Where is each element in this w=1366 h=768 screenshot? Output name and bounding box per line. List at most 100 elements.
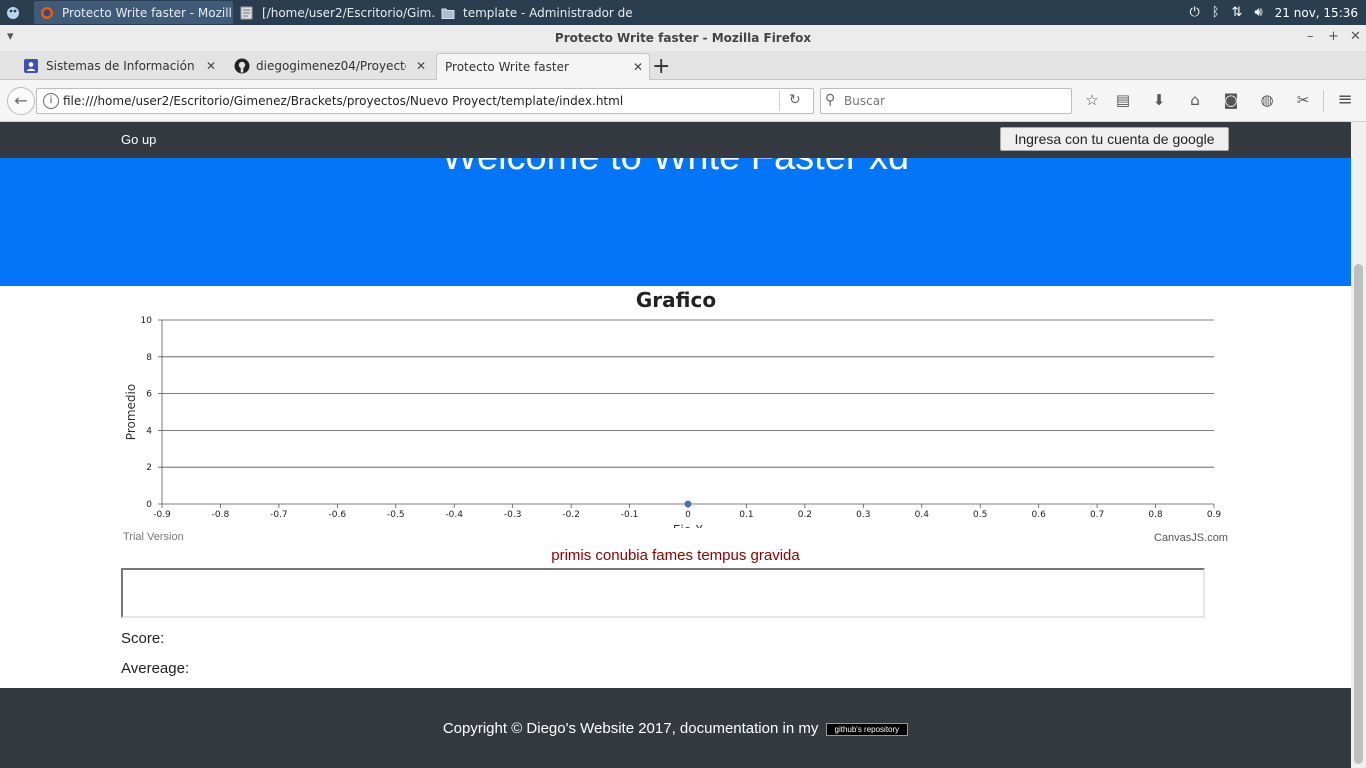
navigation-toolbar: ← i file:///home/user2/Escritorio/Gimene… — [0, 80, 1366, 122]
search-input[interactable]: ⚲ Buscar — [820, 88, 1072, 114]
url-bar[interactable]: i file:///home/user2/Escritorio/Gimenez/… — [36, 88, 814, 114]
x-axis-label: Eje X — [673, 523, 703, 528]
toolbar-divider — [1323, 90, 1324, 112]
x-tick-label: -0.3 — [504, 510, 522, 520]
sample-text: primis conubia fames tempus gravida — [551, 547, 800, 564]
x-tick-label: 0.6 — [1032, 510, 1047, 520]
x-tick-label: 0.3 — [856, 510, 870, 520]
taskbar-window-firefox[interactable]: Protecto Write faster - Mozill... — [34, 1, 233, 24]
taskbar-window-label: template - Administrador de ... — [463, 5, 635, 20]
x-tick-label: -0.7 — [270, 510, 288, 520]
y-tick-label: 6 — [146, 390, 152, 400]
menu-icon[interactable] — [5, 4, 21, 20]
tab-label: Protecto Write faster — [445, 60, 569, 74]
minimize-icon[interactable]: – — [1307, 29, 1314, 44]
x-tick-label: -0.8 — [212, 510, 230, 520]
y-tick-label: 8 — [146, 353, 152, 363]
x-tick-label: -0.9 — [153, 510, 171, 520]
search-placeholder: Buscar — [844, 94, 885, 108]
info-icon[interactable]: i — [43, 93, 59, 109]
x-tick-label: -0.1 — [621, 510, 639, 520]
browser-titlebar: ▾ Protecto Write faster - Mozilla Firefo… — [0, 25, 1366, 51]
window-title: Protecto Write faster - Mozilla Firefox — [554, 31, 812, 45]
system-tray: ⏻ ᛒ ⇅ 🔊︎ 21 nov, 15:36 — [1189, 0, 1358, 25]
url-text: file:///home/user2/Escritorio/Gimenez/Br… — [63, 94, 624, 108]
tab-protecto[interactable]: Protecto Write faster ✕ — [436, 53, 650, 80]
bookmark-star-icon[interactable]: ☆ — [1082, 90, 1102, 110]
top-navbar: Go up Ingresa con tu cuenta de google — [0, 122, 1351, 158]
average-label: Avereage: — [121, 660, 190, 677]
score-label: Score: — [121, 630, 165, 647]
x-tick-label: 0.1 — [739, 510, 753, 520]
canvasjs-credit-link[interactable]: CanvasJS.com — [1154, 532, 1228, 544]
downloads-icon[interactable]: ⬇ — [1149, 90, 1169, 110]
trial-version-text: Trial Version — [123, 531, 184, 543]
volume-icon[interactable]: 🔊︎ — [1254, 5, 1262, 20]
pocket-icon[interactable]: ◙ — [1221, 90, 1241, 110]
url-divider — [779, 91, 780, 111]
x-tick-label: -0.5 — [387, 510, 405, 520]
tab-close-icon[interactable]: ✕ — [206, 59, 216, 73]
page-favicon-icon — [24, 59, 38, 73]
tab-label: Sistemas de Información 20 — [46, 59, 198, 73]
taskbar-window-label: [/home/user2/Escritorio/Gim... — [262, 5, 434, 20]
x-tick-label: -0.6 — [329, 510, 347, 520]
taskbar-window-editor[interactable]: [/home/user2/Escritorio/Gim... — [234, 1, 434, 24]
folder-icon — [441, 8, 455, 19]
y-tick-label: 10 — [141, 316, 153, 326]
typing-input[interactable] — [121, 568, 1205, 618]
scrollbar-thumb[interactable] — [1354, 264, 1363, 764]
x-tick-label: 0.7 — [1090, 510, 1104, 520]
page-scrollbar[interactable] — [1351, 122, 1366, 768]
search-icon: ⚲ — [825, 92, 836, 108]
maximize-icon[interactable]: + — [1328, 29, 1339, 44]
copyright-text: Copyright © Diego's Website 2017, docume… — [442, 720, 819, 737]
x-tick-label: 0 — [685, 510, 691, 520]
web-page: Welcome to Write Faster xd Go up Ingresa… — [0, 122, 1351, 768]
y-axis-label: Promedio — [124, 384, 138, 440]
chart: 0 2 4 6 8 10 -0.9 -0.8 -0.7 -0.6 -0.5 -0.4 -0.3 -0.2 -… — [124, 316, 1222, 528]
x-tick-label: 0.4 — [915, 510, 930, 520]
footer-text-container: Copyright © Diego's Website 2017, docume… — [0, 720, 1351, 737]
home-icon[interactable]: ⌂ — [1185, 90, 1205, 110]
go-up-link[interactable]: Go up — [121, 132, 156, 147]
x-tick-label: 0.9 — [1207, 510, 1222, 520]
github-icon — [234, 58, 250, 74]
close-icon[interactable]: ✕ — [1350, 29, 1361, 44]
y-tick-label: 2 — [146, 463, 152, 473]
x-tick-label: 0.8 — [1148, 510, 1163, 520]
y-tick-label: 0 — [146, 500, 152, 510]
power-plug-icon[interactable]: ⏻ — [1189, 5, 1199, 20]
github-repo-link[interactable]: github's repository — [825, 722, 909, 736]
bluetooth-icon[interactable]: ᛒ — [1212, 5, 1220, 20]
firefox-icon — [41, 6, 53, 19]
reload-icon[interactable]: ↻ — [789, 92, 801, 108]
x-tick-label: -0.2 — [562, 510, 580, 520]
clock[interactable]: 21 nov, 15:36 — [1275, 6, 1358, 20]
taskbar-window-file-manager[interactable]: template - Administrador de ... — [435, 1, 635, 24]
chart-title: Grafico — [635, 288, 717, 312]
data-point — [684, 500, 692, 508]
new-tab-icon[interactable]: + — [652, 54, 670, 79]
taskbar-window-label: Protecto Write faster - Mozill... — [62, 5, 233, 20]
tab-label: diegogimenez04/Proyecto- — [256, 59, 406, 73]
tab-strip: Sistemas de Información 20 ✕ diegogimene… — [0, 51, 1366, 80]
tab-github[interactable]: diegogimenez04/Proyecto- ✕ — [228, 53, 432, 79]
tab-close-icon[interactable]: ✕ — [633, 60, 643, 74]
screenshot-icon[interactable]: ✂ — [1293, 90, 1313, 110]
x-tick-label: 0.5 — [973, 510, 987, 520]
text-editor-icon — [240, 6, 253, 19]
os-taskbar: Protecto Write faster - Mozill... [/home… — [0, 0, 1366, 25]
footer: Copyright © Diego's Website 2017, docume… — [0, 688, 1351, 768]
reading-list-icon[interactable]: ▤ — [1113, 90, 1133, 110]
back-button[interactable]: ← — [7, 87, 35, 115]
x-tick-label: -0.4 — [445, 510, 463, 520]
tab-sistemas[interactable]: Sistemas de Información 20 ✕ — [18, 53, 222, 79]
google-signin-button[interactable]: Ingresa con tu cuenta de google — [1000, 127, 1229, 151]
network-icon[interactable]: ⇅ — [1232, 5, 1243, 20]
y-tick-label: 4 — [146, 426, 152, 436]
x-tick-label: 0.2 — [798, 510, 812, 520]
tab-close-icon[interactable]: ✕ — [416, 59, 426, 73]
hamburger-menu-icon[interactable]: ≡ — [1335, 90, 1355, 110]
extension-globe-icon[interactable]: ◍ — [1257, 90, 1277, 110]
